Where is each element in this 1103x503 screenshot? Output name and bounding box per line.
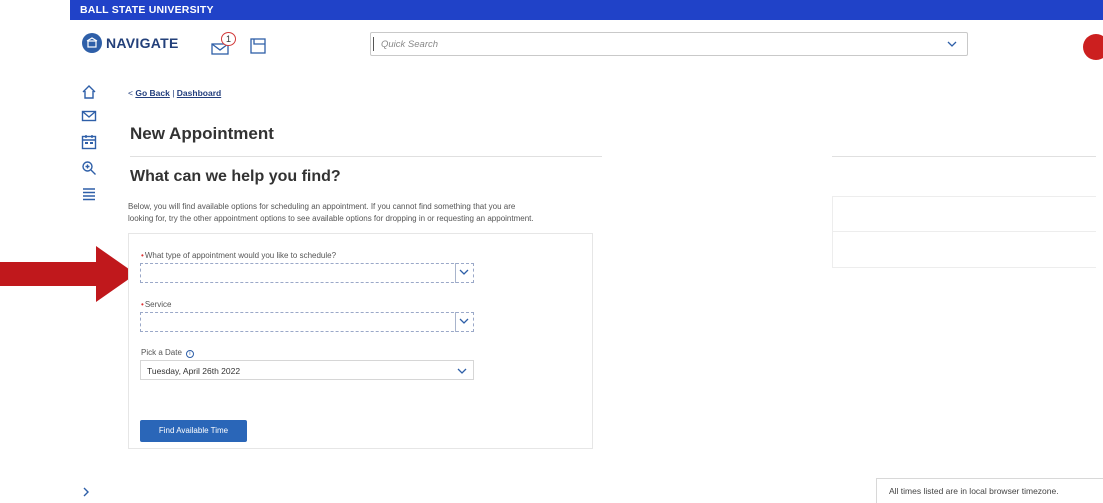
intro-text: Below, you will find available options f…	[128, 201, 673, 225]
right-panel	[832, 196, 1096, 232]
mail-icon[interactable]	[81, 108, 97, 124]
chevron-down-icon	[459, 318, 469, 324]
chevron-down-icon	[459, 269, 469, 275]
select-toggle[interactable]	[455, 263, 473, 283]
select-toggle[interactable]	[455, 312, 473, 332]
intro-line: looking for, try the other appointment o…	[128, 214, 534, 223]
message-count-badge: 1	[221, 32, 236, 46]
go-back-link[interactable]: Go Back	[135, 88, 170, 98]
page-title: New Appointment	[130, 124, 274, 143]
divider	[832, 156, 1096, 157]
chevron-right-icon[interactable]	[80, 486, 92, 498]
required-asterisk: •	[141, 300, 144, 309]
quick-search-input[interactable]: Quick Search	[370, 32, 968, 56]
navigate-logo[interactable]: NAVIGATE	[82, 33, 179, 53]
date-label: Pick a Date i	[141, 348, 194, 358]
logo-text: NAVIGATE	[106, 35, 179, 51]
dashboard-link[interactable]: Dashboard	[177, 88, 221, 98]
service-label: •Service	[141, 300, 172, 309]
calendar-icon[interactable]	[81, 134, 97, 150]
divider	[130, 156, 602, 157]
navigate-logo-icon	[82, 33, 102, 53]
search-cursor	[373, 37, 374, 51]
date-picker[interactable]: Tuesday, April 26th 2022	[140, 360, 474, 380]
appointment-form: •What type of appointment would you like…	[128, 233, 593, 449]
top-navigation-bar: NAVIGATE 1 Quick Search	[70, 20, 1103, 68]
timezone-note: All times listed are in local browser ti…	[876, 478, 1103, 503]
chevron-down-icon	[457, 368, 467, 374]
find-available-time-button[interactable]: Find Available Time	[140, 420, 247, 442]
search-zoom-icon[interactable]	[81, 160, 97, 176]
appointment-type-select[interactable]	[140, 263, 474, 283]
info-icon[interactable]: i	[185, 350, 194, 358]
chevron-down-icon[interactable]	[947, 39, 957, 49]
breadcrumb-separator: |	[172, 88, 175, 98]
required-asterisk: •	[141, 251, 144, 260]
home-icon[interactable]	[81, 84, 97, 100]
service-select[interactable]	[140, 312, 474, 332]
section-title: What can we help you find?	[130, 168, 341, 185]
date-label-text: Pick a Date	[141, 348, 182, 357]
date-value: Tuesday, April 26th 2022	[147, 366, 241, 376]
breadcrumb: < Go Back | Dashboard	[128, 88, 221, 98]
appointment-type-label: •What type of appointment would you like…	[141, 251, 336, 260]
service-label-text: Service	[144, 300, 172, 309]
user-avatar[interactable]	[1083, 34, 1103, 60]
right-panel	[832, 232, 1096, 268]
search-placeholder: Quick Search	[381, 39, 439, 50]
app-window: BALL STATE UNIVERSITY NAVIGATE 1 Quick S…	[70, 0, 1103, 503]
university-bar: BALL STATE UNIVERSITY	[70, 0, 1103, 20]
list-icon[interactable]	[81, 186, 97, 202]
intro-line: Below, you will find available options f…	[128, 202, 516, 211]
appointment-type-label-text: What type of appointment would you like …	[144, 251, 337, 260]
notes-icon[interactable]	[250, 38, 266, 54]
